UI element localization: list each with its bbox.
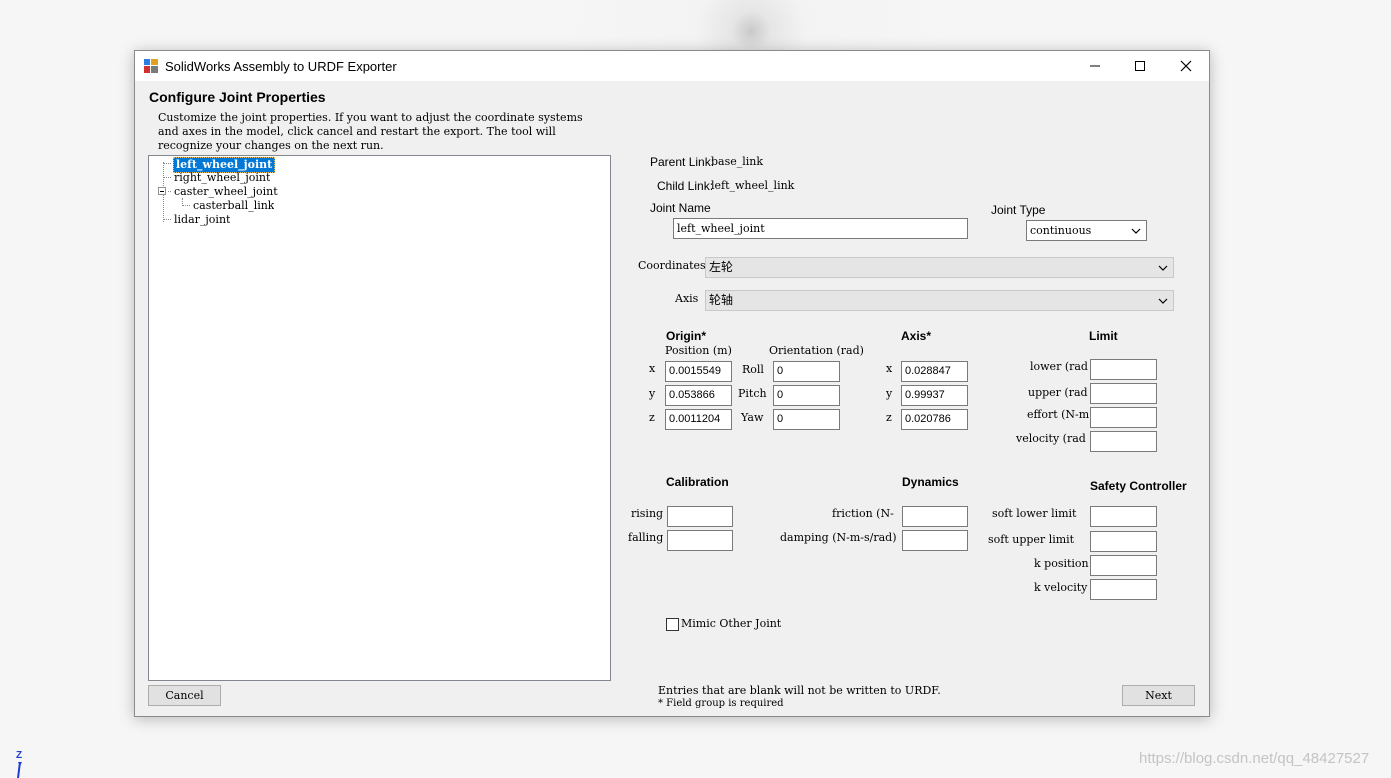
- origin-heading: Origin*: [666, 329, 707, 343]
- joint-name-input[interactable]: left_wheel_joint: [673, 218, 968, 239]
- maximize-icon: [1135, 61, 1145, 71]
- calibration-rising-input[interactable]: [667, 506, 733, 527]
- limit-effort-label: effort (N-m: [1027, 408, 1090, 421]
- minimize-button[interactable]: [1072, 51, 1118, 81]
- joint-type-value: continuous: [1030, 224, 1092, 237]
- calibration-rising-label: rising: [631, 507, 664, 520]
- mimic-label[interactable]: Mimic Other Joint: [681, 617, 781, 630]
- axis-select-value: 轮轴: [709, 293, 734, 307]
- dynamics-damping-input[interactable]: [902, 530, 968, 551]
- dynamics-damping-label: damping (N-m-s/rad): [780, 531, 897, 544]
- soft-lower-limit-label: soft lower limit: [992, 507, 1077, 520]
- joint-tree[interactable]: left_wheel_joint right_wheel_joint caste…: [148, 155, 611, 681]
- yaw-input[interactable]: 0: [773, 409, 840, 430]
- window-title: SolidWorks Assembly to URDF Exporter: [165, 59, 397, 74]
- parent-link-value: base_link: [711, 155, 764, 168]
- axis-heading: Axis*: [901, 329, 932, 343]
- joint-name-label: Joint Name: [650, 201, 711, 215]
- watermark: https://blog.csdn.net/qq_48427527: [1139, 750, 1370, 767]
- limit-lower-label: lower (rad: [1030, 360, 1088, 373]
- limit-velocity-label: velocity (rad: [1016, 432, 1086, 445]
- axis-select[interactable]: 轮轴: [705, 290, 1174, 311]
- orientation-label: Orientation (rad): [769, 344, 864, 357]
- origin-x-label: x: [649, 362, 656, 375]
- limit-upper-label: upper (rad: [1028, 386, 1088, 399]
- limit-upper-input[interactable]: [1090, 383, 1157, 404]
- exporter-window: SolidWorks Assembly to URDF Exporter Con…: [134, 50, 1210, 717]
- yaw-label: Yaw: [741, 411, 764, 424]
- coordinates-value: 左轮: [709, 260, 734, 274]
- axis-x-input[interactable]: 0.028847: [901, 361, 968, 382]
- chevron-down-icon: [1158, 298, 1168, 304]
- roll-input[interactable]: 0: [773, 361, 840, 382]
- cancel-button[interactable]: Cancel: [148, 685, 221, 706]
- collapse-toggle-icon[interactable]: [158, 187, 166, 195]
- origin-y-label: y: [649, 387, 656, 400]
- limit-lower-input[interactable]: [1090, 359, 1157, 380]
- pitch-input[interactable]: 0: [773, 385, 840, 406]
- pitch-label: Pitch: [738, 387, 767, 400]
- origin-x-input[interactable]: 0.0015549: [665, 361, 732, 382]
- roll-label: Roll: [742, 363, 764, 376]
- calibration-falling-input[interactable]: [667, 530, 733, 551]
- maximize-button[interactable]: [1117, 51, 1163, 81]
- footer-note-required: * Field group is required: [658, 698, 784, 709]
- axis-y-label: y: [886, 387, 893, 400]
- limit-heading: Limit: [1089, 329, 1118, 343]
- instructions-text: Customize the joint properties. If you w…: [158, 111, 583, 152]
- title-bar[interactable]: SolidWorks Assembly to URDF Exporter: [135, 51, 1209, 81]
- k-position-input[interactable]: [1090, 555, 1157, 576]
- coordinates-select[interactable]: 左轮: [705, 257, 1174, 278]
- next-button[interactable]: Next: [1122, 685, 1195, 706]
- dynamics-heading: Dynamics: [902, 475, 959, 489]
- safety-controller-heading: Safety Controller: [1090, 479, 1187, 493]
- dynamics-friction-input[interactable]: [902, 506, 968, 527]
- child-link-value: left_wheel_link: [711, 179, 795, 192]
- dynamics-friction-label: friction (N-: [832, 507, 894, 520]
- tree-item-right-wheel-joint[interactable]: right_wheel_joint: [174, 171, 270, 185]
- origin-y-input[interactable]: 0.053866: [665, 385, 732, 406]
- axis-z-label: z: [886, 411, 892, 424]
- mimic-checkbox[interactable]: [666, 618, 679, 631]
- soft-upper-limit-label: soft upper limit: [988, 533, 1075, 546]
- close-icon: [1180, 60, 1192, 72]
- close-button[interactable]: [1163, 51, 1209, 81]
- tree-item-lidar-joint[interactable]: lidar_joint: [174, 213, 230, 227]
- k-velocity-label: k velocity: [1034, 581, 1088, 594]
- axis-y-input[interactable]: 0.99937: [901, 385, 968, 406]
- axis-select-label: Axis: [675, 292, 699, 305]
- axis-z-input[interactable]: 0.020786: [901, 409, 968, 430]
- app-icon: [144, 59, 158, 73]
- limit-effort-input[interactable]: [1090, 407, 1157, 428]
- child-link-label: Child Link:: [657, 179, 714, 193]
- chevron-down-icon: [1131, 228, 1141, 234]
- minimize-icon: [1090, 65, 1100, 67]
- axis-x-label: x: [886, 362, 893, 375]
- tree-item-caster-wheel-joint[interactable]: caster_wheel_joint: [174, 185, 278, 199]
- joint-type-label: Joint Type: [991, 203, 1046, 217]
- chevron-down-icon: [1158, 265, 1168, 271]
- page-title: Configure Joint Properties: [149, 89, 326, 105]
- coordinates-label: Coordinates: [638, 259, 706, 272]
- calibration-heading: Calibration: [666, 475, 729, 489]
- position-label: Position (m): [665, 344, 732, 357]
- limit-velocity-input[interactable]: [1090, 431, 1157, 452]
- k-position-label: k position: [1034, 557, 1089, 570]
- soft-upper-limit-input[interactable]: [1090, 531, 1157, 552]
- soft-lower-limit-input[interactable]: [1090, 506, 1157, 527]
- parent-link-label: Parent Link:: [650, 155, 715, 169]
- joint-type-select[interactable]: continuous: [1026, 220, 1147, 241]
- origin-z-label: z: [649, 411, 655, 424]
- k-velocity-input[interactable]: [1090, 579, 1157, 600]
- calibration-falling-label: falling: [628, 531, 664, 544]
- footer-note-blank-entries: Entries that are blank will not be writt…: [658, 684, 941, 697]
- axis-triad-icon: Z: [12, 748, 28, 778]
- origin-z-input[interactable]: 0.0011204: [665, 409, 732, 430]
- tree-item-casterball-link[interactable]: casterball_link: [193, 199, 274, 213]
